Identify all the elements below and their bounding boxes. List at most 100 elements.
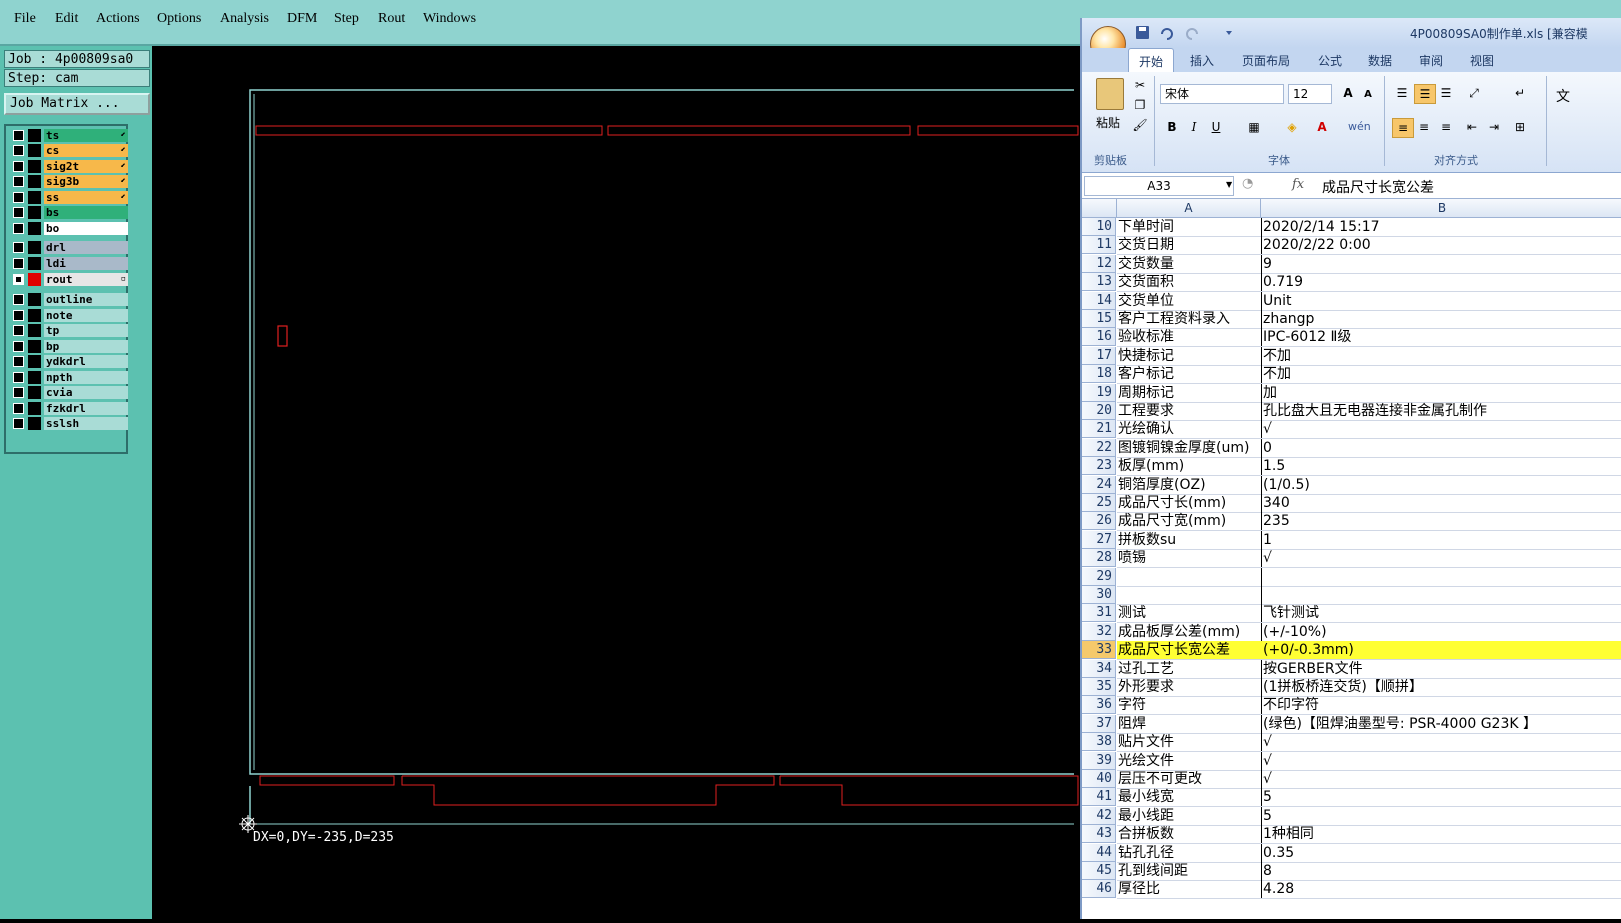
cell-a[interactable]: 合拼板数 (1117, 825, 1262, 845)
row-header[interactable]: 19 (1082, 383, 1116, 402)
row-header[interactable]: 12 (1082, 254, 1116, 273)
cell-b[interactable]: 按GERBER文件 (1261, 660, 1621, 679)
underline-icon[interactable]: U (1206, 118, 1226, 136)
align-right-icon[interactable]: ≡ (1436, 118, 1456, 136)
decrease-indent-icon[interactable]: ⇤ (1462, 118, 1482, 136)
row-header[interactable]: 21 (1082, 420, 1116, 439)
layer-checkbox[interactable] (13, 145, 24, 156)
layer-name[interactable]: ts ⬋ (44, 129, 128, 142)
orientation-icon[interactable]: ⤢ (1464, 84, 1484, 102)
cell-b[interactable]: (1拼板桥连交货)【顺拼】 (1261, 678, 1621, 697)
row-header[interactable]: 17 (1082, 346, 1116, 365)
align-center-icon[interactable]: ≡ (1414, 118, 1434, 136)
cell-a[interactable]: 钻孔孔径 (1117, 843, 1262, 863)
cell-b[interactable] (1261, 568, 1621, 587)
cell-b[interactable]: 2020/2/14 15:17 (1261, 218, 1621, 237)
row-header[interactable]: 22 (1082, 438, 1116, 457)
layer-checkbox[interactable] (13, 403, 24, 414)
font-size-select[interactable]: 12 (1288, 84, 1332, 104)
row-header[interactable]: 24 (1082, 475, 1116, 494)
row-header[interactable]: 23 (1082, 457, 1116, 476)
align-middle-icon[interactable]: ☰ (1414, 84, 1436, 104)
merge-center-icon[interactable]: ⊞ (1510, 118, 1530, 136)
cell-a[interactable]: 喷锡 (1117, 549, 1262, 569)
cell-a[interactable]: 孔到线间距 (1117, 862, 1262, 881)
job-matrix-button[interactable]: Job Matrix ... (4, 93, 150, 115)
cell-a[interactable]: 贴片文件 (1117, 733, 1262, 753)
cell-b[interactable]: 孔比盘大且无电器连接非金属孔制作 (1261, 402, 1621, 421)
cell-b[interactable]: zhangp (1261, 310, 1621, 329)
select-all-corner[interactable] (1082, 199, 1117, 217)
row-header[interactable]: 38 (1082, 733, 1116, 752)
row-header[interactable]: 46 (1082, 880, 1116, 899)
layer-checkbox[interactable] (13, 207, 24, 218)
layer-row-ss[interactable]: ss ⬋ (10, 191, 128, 204)
cell-a[interactable]: 交货数量 (1117, 254, 1262, 274)
tab-home[interactable]: 开始 (1128, 48, 1175, 72)
layer-checkbox[interactable] (13, 310, 24, 321)
row-header[interactable]: 16 (1082, 328, 1116, 347)
wrap-text-icon[interactable]: ↵ (1510, 84, 1530, 102)
cell-b[interactable]: IPC-6012 Ⅱ级 (1261, 328, 1621, 348)
cell-b[interactable]: 不加 (1261, 365, 1621, 385)
layer-row-sig3b[interactable]: sig3b ⬋ (10, 175, 128, 188)
cell-b[interactable]: 飞针测试 (1261, 604, 1621, 624)
cell-a[interactable]: 过孔工艺 (1117, 659, 1262, 679)
cell-b[interactable]: 0.35 (1261, 844, 1621, 863)
layer-name[interactable]: bs (44, 206, 128, 219)
menu-actions[interactable]: Actions (96, 11, 140, 27)
cell-a[interactable]: 成品尺寸长宽公差 (1117, 641, 1262, 661)
layer-name[interactable]: sslsh (44, 417, 128, 430)
layer-checkbox[interactable] (13, 192, 24, 203)
cell-b[interactable]: 1 (1261, 531, 1621, 550)
layer-checkbox[interactable] (13, 130, 24, 141)
row-header[interactable]: 11 (1082, 236, 1116, 255)
cell-a[interactable]: 快捷标记 (1117, 346, 1262, 366)
cell-b[interactable]: (1/0.5) (1261, 476, 1621, 495)
cell-a[interactable]: 阻焊 (1117, 714, 1262, 734)
cell-b[interactable]: 5 (1261, 788, 1621, 808)
row-header[interactable]: 13 (1082, 273, 1116, 292)
format-painter-icon[interactable]: 🖌 (1130, 116, 1150, 134)
layer-checkbox[interactable] (13, 223, 24, 234)
layer-checkbox[interactable] (13, 176, 24, 187)
cell-b[interactable]: 不印字符 (1261, 696, 1621, 716)
cell-b[interactable]: 8 (1261, 862, 1621, 881)
layer-name[interactable]: sig3b ⬋ (44, 175, 128, 188)
menu-edit[interactable]: Edit (55, 11, 78, 27)
cell-b[interactable]: 4.28 (1261, 880, 1621, 900)
align-top-icon[interactable]: ☰ (1392, 84, 1412, 102)
layer-row-bs[interactable]: bs (10, 206, 128, 219)
font-name-select[interactable]: 宋体 (1160, 84, 1284, 104)
layer-row-sig2t[interactable]: sig2t ⬋ (10, 160, 128, 173)
layer-row-ldi[interactable]: ldi (10, 257, 128, 270)
row-header[interactable]: 36 (1082, 696, 1116, 715)
row-header[interactable]: 30 (1082, 586, 1116, 604)
row-header[interactable]: 41 (1082, 788, 1116, 807)
layer-name[interactable]: fzkdrl (44, 402, 128, 415)
layer-checkbox[interactable] (13, 418, 24, 429)
cell-b[interactable]: 加 (1261, 384, 1621, 403)
layer-name[interactable]: sig2t ⬋ (44, 160, 128, 173)
paste-icon[interactable] (1096, 78, 1124, 110)
menu-file[interactable]: File (14, 11, 36, 27)
paste-button[interactable]: 粘贴 (1096, 114, 1120, 131)
cell-a[interactable]: 交货面积 (1117, 273, 1262, 293)
align-bottom-icon[interactable]: ☰ (1436, 84, 1456, 102)
cell-b[interactable]: √ (1261, 420, 1621, 440)
layer-row-cvia[interactable]: cvia (10, 386, 128, 399)
tab-formulas[interactable]: 公式 (1318, 52, 1342, 69)
cell-b[interactable]: 2020/2/22 0:00 (1261, 236, 1621, 256)
row-header[interactable]: 33 (1082, 641, 1116, 660)
layer-name[interactable]: outline (44, 293, 128, 306)
cell-b[interactable]: 1.5 (1261, 457, 1621, 477)
layer-name[interactable]: rout ▫ (44, 273, 128, 286)
align-left-icon[interactable]: ≡ (1392, 118, 1414, 138)
column-header-a[interactable]: A (1117, 199, 1261, 217)
cell-a[interactable]: 厚径比 (1117, 880, 1262, 900)
cell-a[interactable]: 铜箔厚度(OZ) (1117, 475, 1262, 495)
cell-b[interactable]: 9 (1261, 255, 1621, 274)
font-color-icon[interactable]: A (1312, 118, 1332, 136)
formula-input[interactable]: 成品尺寸长宽公差 (1322, 177, 1434, 197)
layer-row-fzkdrl[interactable]: fzkdrl (10, 402, 128, 415)
